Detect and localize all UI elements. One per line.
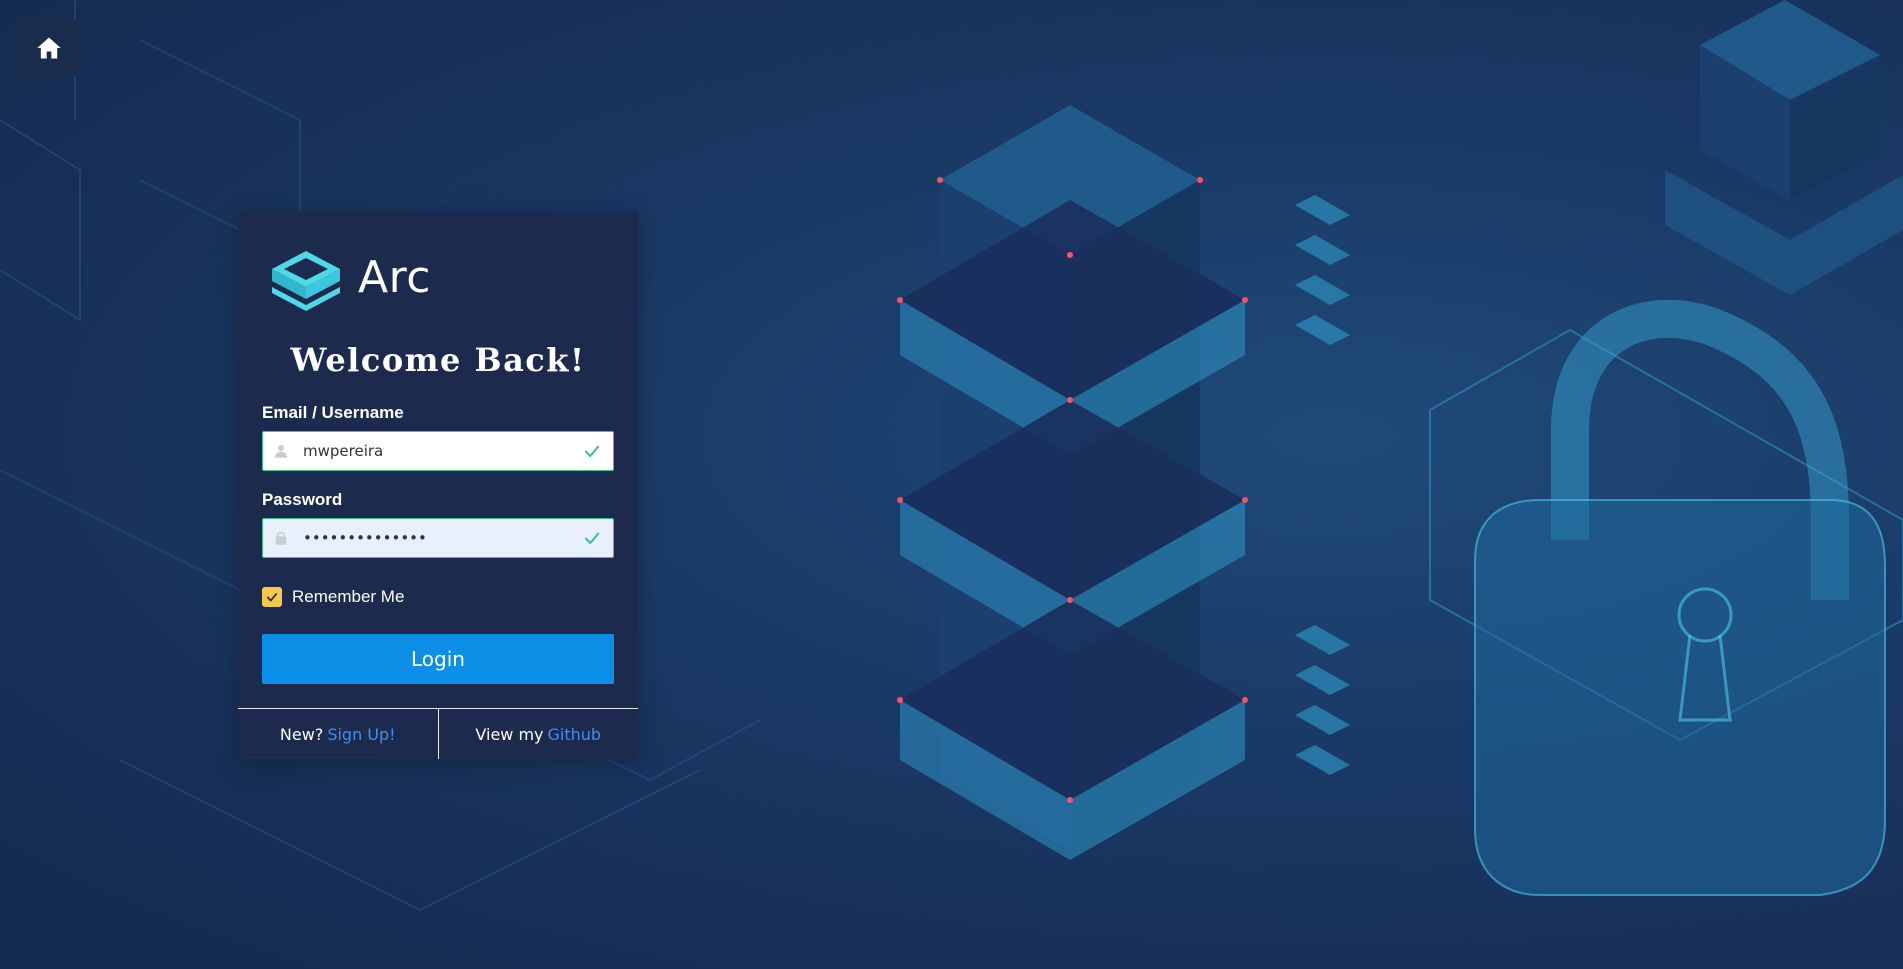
brand-name: Arc [358,251,431,303]
github-link[interactable]: Github [548,725,602,744]
signup-link[interactable]: Sign Up! [327,725,395,744]
github-prefix: View my [475,724,544,744]
page-title: Welcome Back! [290,341,586,379]
email-value[interactable]: mwpereira [299,442,571,460]
signup-prefix: New? [279,724,324,744]
login-button[interactable]: Login [262,634,614,684]
lock-icon [263,529,299,547]
home-icon [36,37,61,59]
email-field[interactable]: mwpereira [262,431,614,471]
arc-logo-icon [272,251,340,311]
password-field[interactable]: •••••••••••••• [262,518,614,558]
padlock-illustration [1429,299,1903,896]
password-label: Password [262,490,343,509]
check-icon [571,528,613,548]
card-footer: New? Sign Up! View my Github [238,709,638,759]
remember-me-checkbox[interactable]: Remember Me [262,587,404,607]
login-card: Arc Welcome Back! Email / Username mwper… [238,211,638,759]
signup-prompt: New? Sign Up! [238,709,438,759]
password-value[interactable]: •••••••••••••• [299,529,571,547]
brand-logo: Arc [264,235,431,319]
home-button[interactable] [20,20,77,76]
remember-me-label: Remember Me [292,587,405,606]
server-tower-illustration [897,105,1248,860]
checkbox-checked-icon[interactable] [262,587,282,607]
check-icon [571,441,613,461]
github-prompt: View my Github [437,709,639,759]
user-icon [263,442,299,460]
email-label: Email / Username [262,403,404,422]
